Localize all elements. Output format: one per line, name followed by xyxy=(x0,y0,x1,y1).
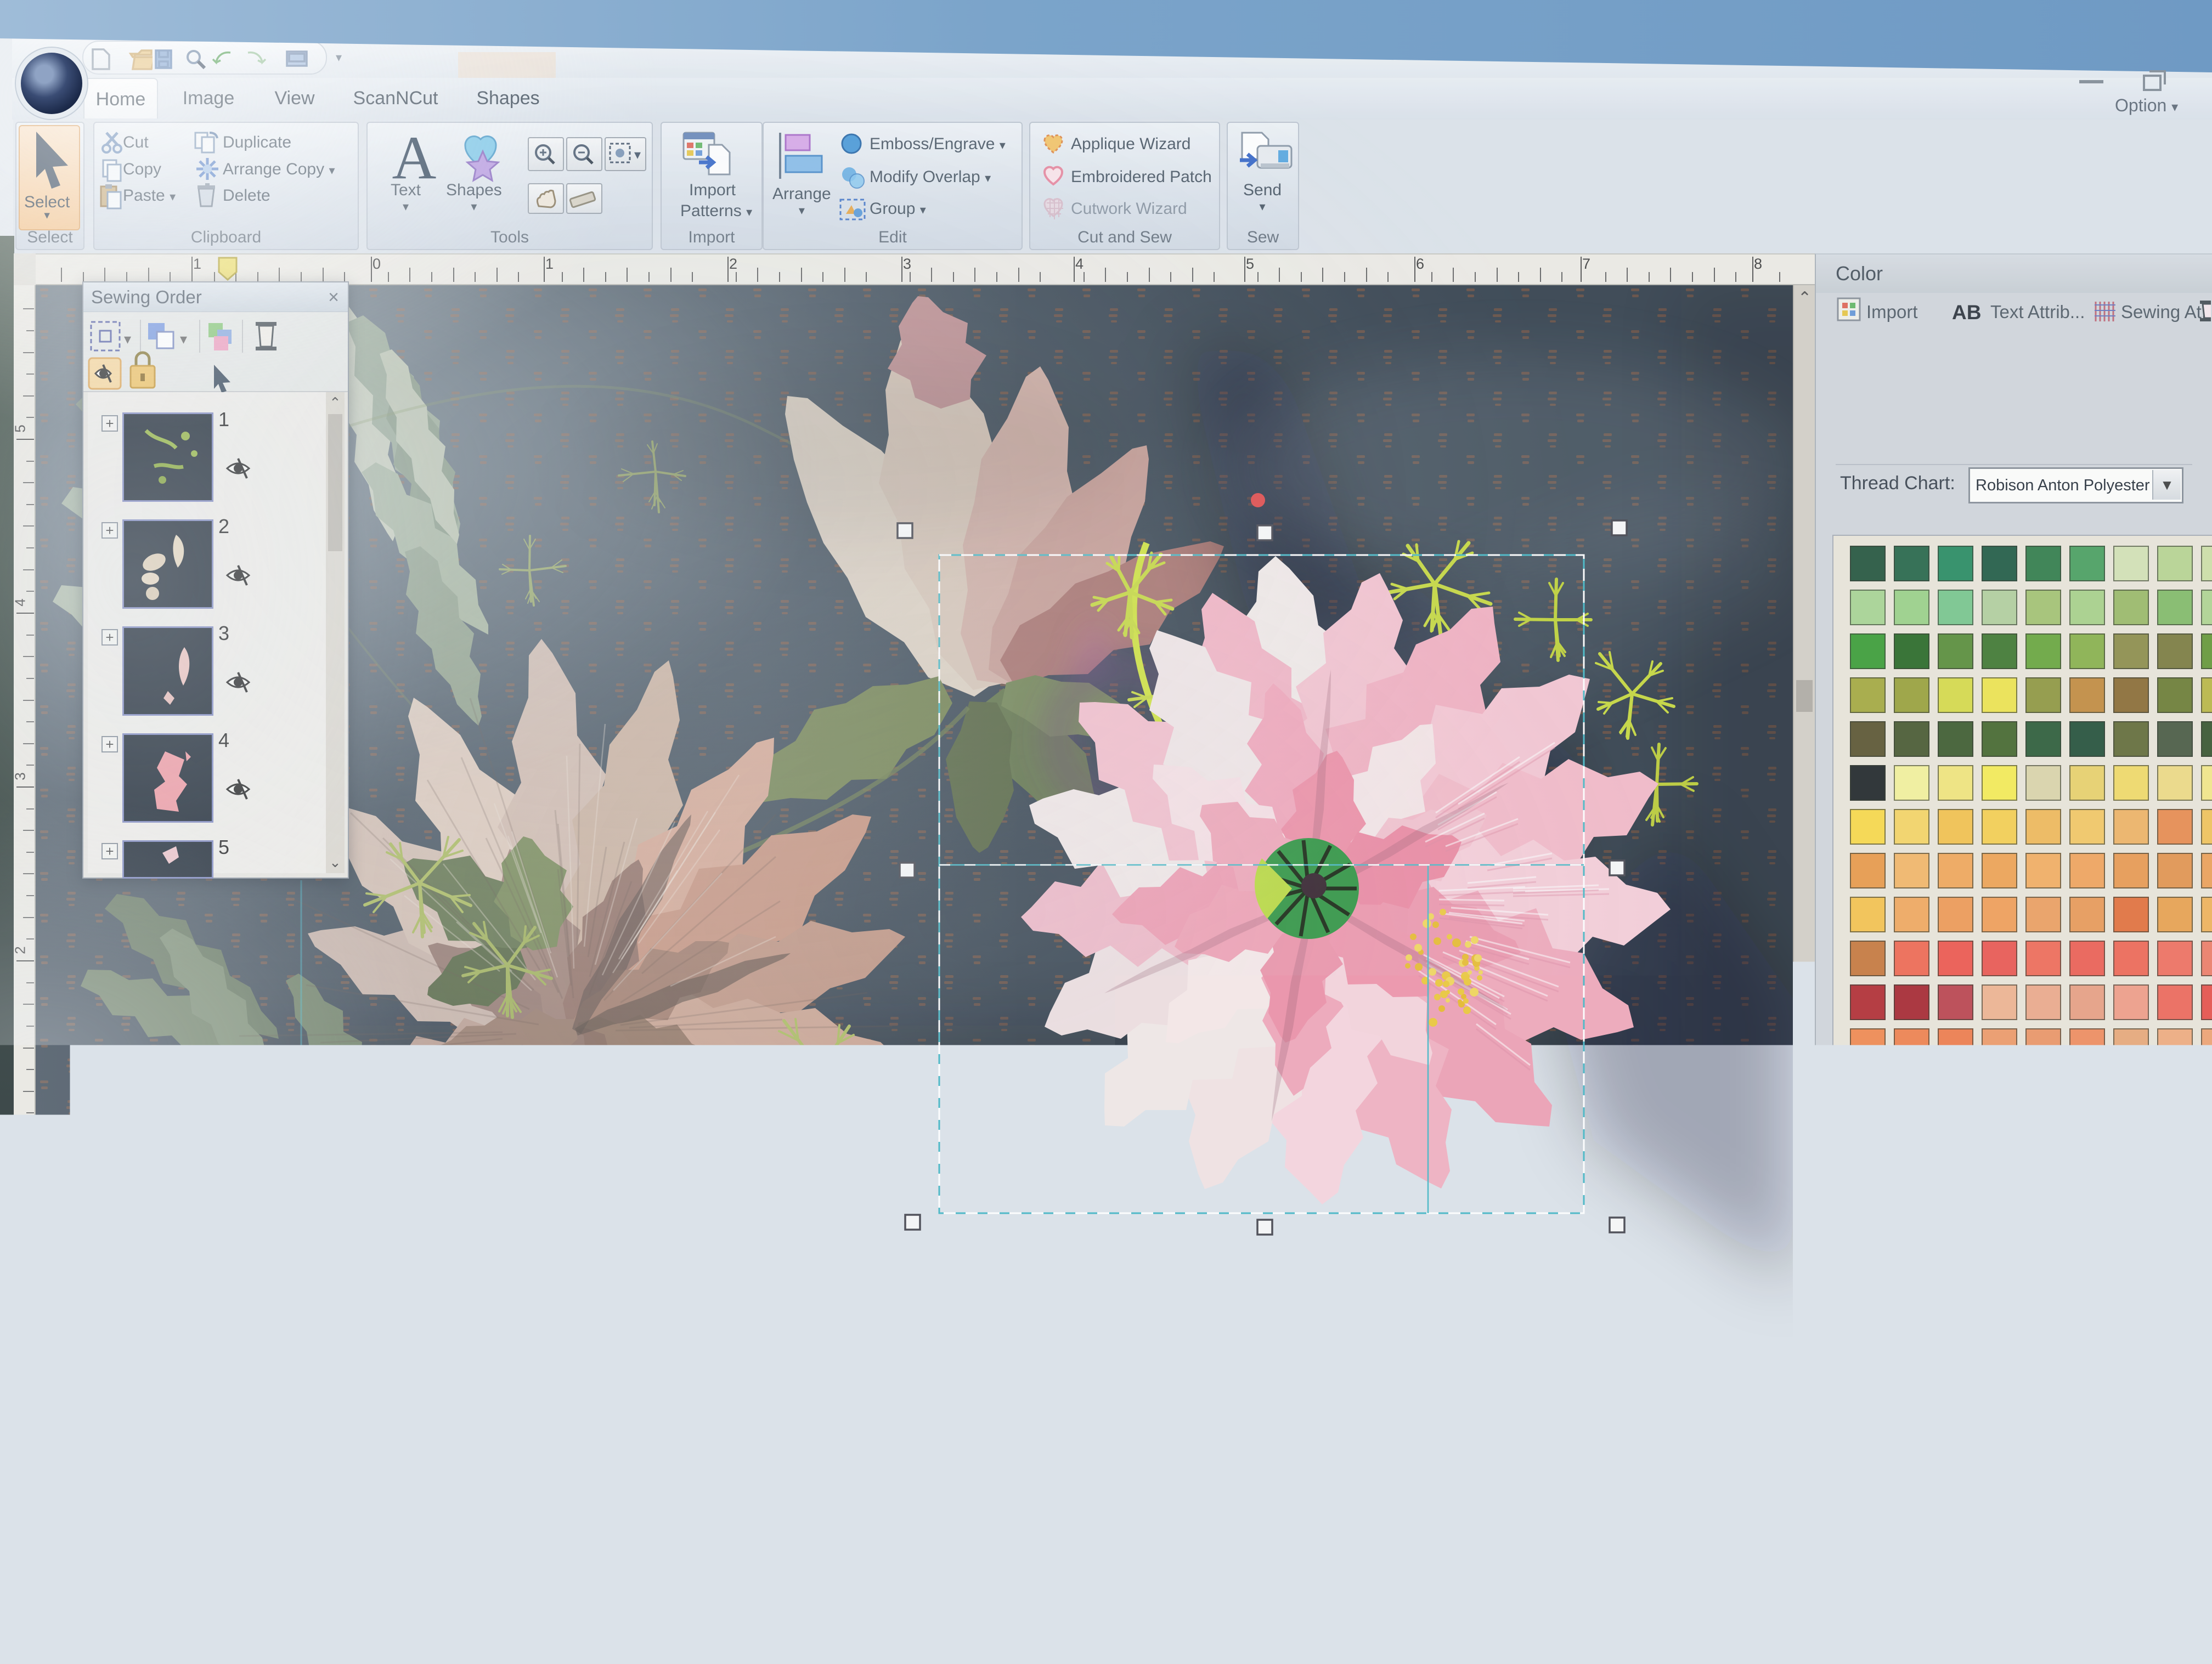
svg-text:▾: ▾ xyxy=(180,331,187,347)
svg-text:AB: AB xyxy=(1952,301,1981,324)
svg-text:Text Attrib...: Text Attrib... xyxy=(1990,302,2085,322)
svg-text:Import: Import xyxy=(1866,302,1918,322)
svg-text:▾: ▾ xyxy=(124,331,131,347)
svg-text:▾: ▾ xyxy=(634,148,641,162)
svg-text:86%: 86% xyxy=(1950,1428,1987,1449)
svg-text:Sewing At...: Sewing At... xyxy=(2121,302,2211,322)
